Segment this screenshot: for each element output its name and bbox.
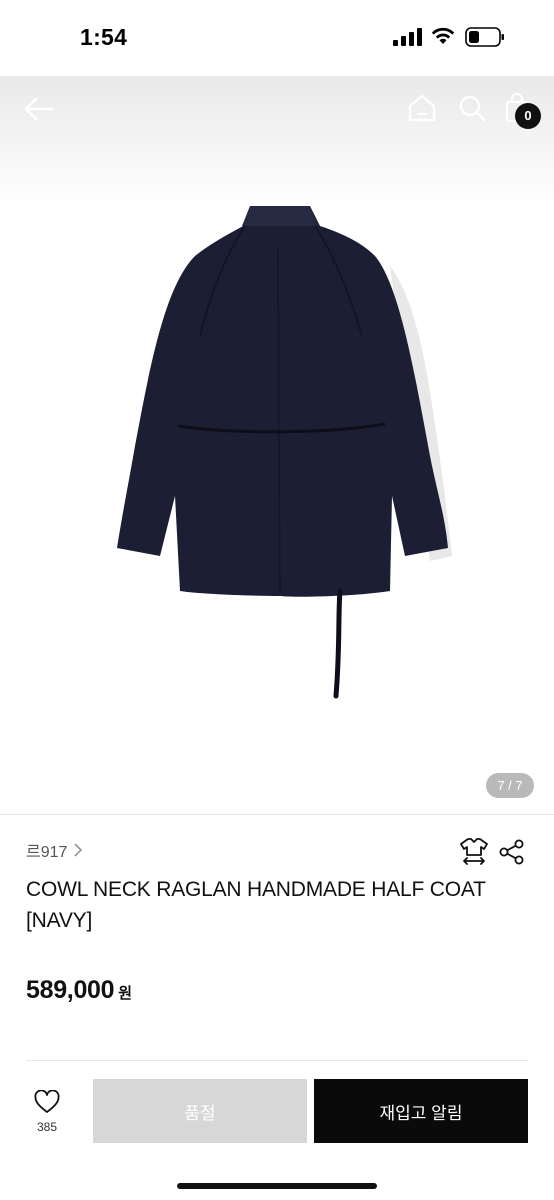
product-image <box>117 206 452 699</box>
product-gallery[interactable]: 7 / 7 <box>0 76 554 814</box>
status-bar: 1:54 <box>0 0 554 76</box>
divider <box>0 814 554 815</box>
gallery-pager: 7 / 7 <box>486 773 534 798</box>
divider <box>26 1060 528 1061</box>
cart-count-badge: 0 <box>515 103 541 129</box>
home-indicator <box>177 1183 377 1189</box>
price-currency: 원 <box>118 985 133 1002</box>
home-icon[interactable] <box>406 92 438 124</box>
chevron-right-icon <box>74 843 83 857</box>
share-icon[interactable] <box>498 838 526 866</box>
wifi-icon <box>431 27 455 44</box>
heart-icon <box>34 1090 60 1113</box>
status-time: 1:54 <box>80 24 128 50</box>
signal-icon <box>393 28 422 46</box>
product-title: COWL NECK RAGLAN HANDMADE HALF COAT [NAV… <box>26 878 486 932</box>
like-button[interactable]: 385 <box>22 1090 72 1140</box>
size-guide-icon[interactable] <box>458 836 490 866</box>
like-count: 385 <box>36 1120 58 1134</box>
soldout-button[interactable]: 품절 <box>93 1079 307 1143</box>
restock-alert-button[interactable]: 재입고 알림 <box>314 1079 528 1143</box>
brand-link[interactable]: 르917 <box>26 838 83 862</box>
back-arrow-icon[interactable] <box>22 94 56 124</box>
brand-name: 르917 <box>26 844 68 861</box>
search-icon[interactable] <box>456 92 488 124</box>
product-price: 589,000 원 <box>26 976 132 1005</box>
battery-icon <box>465 27 504 47</box>
price-value: 589,000 <box>26 976 115 1004</box>
